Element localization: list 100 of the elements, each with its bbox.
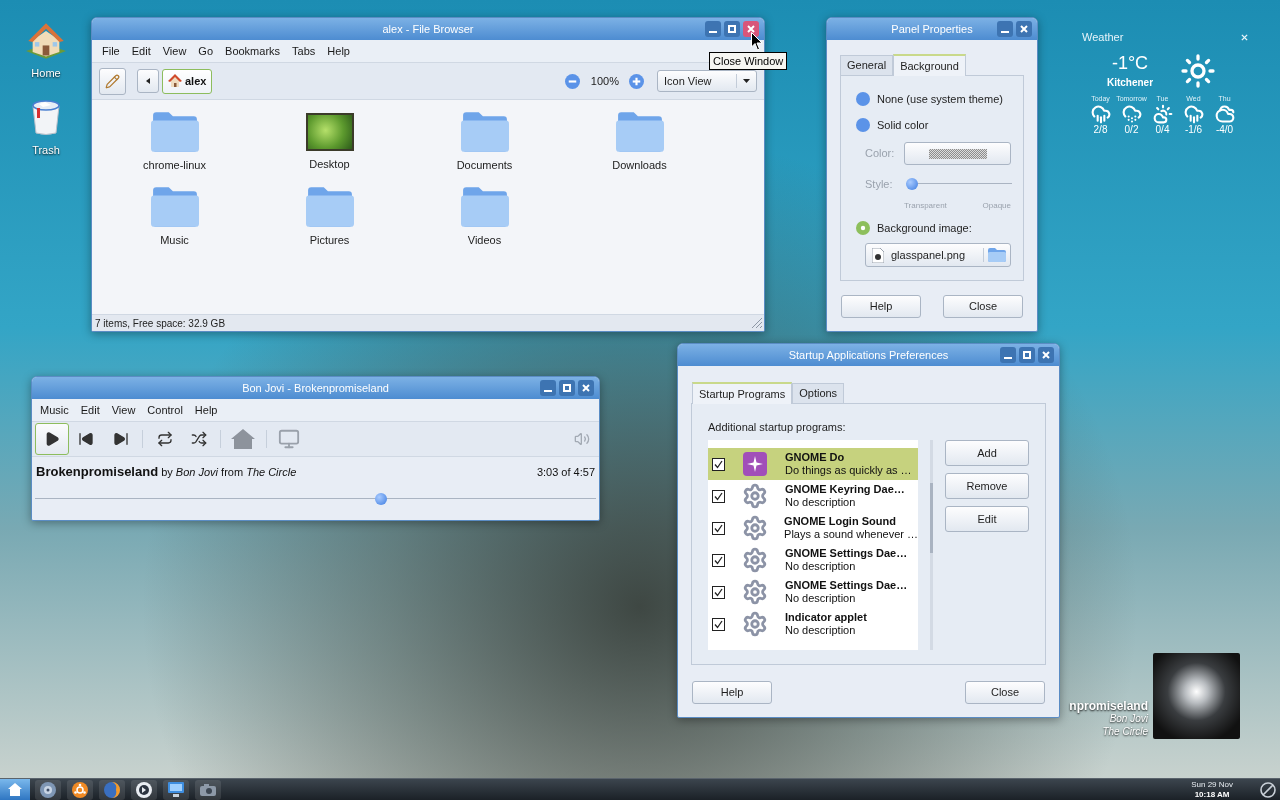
slider-min-label: Transparent <box>904 200 947 211</box>
dialog-button[interactable]: Help <box>692 681 772 704</box>
zoom-out-icon[interactable] <box>564 73 580 89</box>
minimize-button[interactable] <box>1000 347 1016 363</box>
menu-item[interactable]: Help <box>188 403 224 417</box>
status-text: 7 items, Free space: 32.9 GB <box>95 316 226 331</box>
checkbox[interactable] <box>712 521 725 535</box>
program-name: GNOME Settings Dae… <box>785 547 908 560</box>
taskbar-launcher[interactable] <box>163 779 189 800</box>
tab[interactable]: General <box>840 55 894 75</box>
taskbar-launcher[interactable] <box>131 779 157 800</box>
minimize-icon <box>1001 31 1009 33</box>
menu-item[interactable]: Help <box>321 44 356 58</box>
menu-item[interactable]: Go <box>192 44 220 58</box>
taskbar-launcher[interactable] <box>67 779 93 800</box>
zoom-in-icon[interactable] <box>629 73 644 89</box>
option-label[interactable]: Background image: <box>877 219 972 237</box>
file-label[interactable]: chrome-linux <box>143 159 206 172</box>
slider-max-label: Opaque <box>982 200 1011 211</box>
minimize-icon <box>544 390 552 392</box>
menu-item[interactable]: Tabs <box>286 44 322 58</box>
menu-item[interactable]: Music <box>34 403 75 417</box>
minimize-button[interactable] <box>705 21 721 37</box>
file-label[interactable]: Downloads <box>612 159 667 172</box>
program-description: Do things as quickly as … <box>785 464 912 477</box>
dialog-button[interactable]: Close <box>943 295 1023 318</box>
photo-thumbnail[interactable] <box>305 113 354 151</box>
file-label[interactable]: Videos <box>467 234 502 247</box>
program-description: No description <box>785 560 857 573</box>
checkbox[interactable] <box>712 585 725 599</box>
edit-button[interactable] <box>99 67 126 95</box>
program-description: No description <box>785 592 857 605</box>
start-button[interactable] <box>0 779 30 800</box>
option-label[interactable]: None (use system theme) <box>877 90 1003 108</box>
tab[interactable]: Background <box>893 54 966 76</box>
menu-item[interactable]: File <box>96 44 126 58</box>
monitor-icon <box>168 782 184 797</box>
tab[interactable]: Startup Programs <box>692 382 793 404</box>
option-label[interactable]: Solid color <box>877 116 929 134</box>
play-button[interactable] <box>35 423 69 455</box>
list-action-button[interactable]: Edit <box>945 506 1029 532</box>
program-row[interactable]: GNOME Do Do things as quickly as … <box>708 448 918 480</box>
slash-circle-icon[interactable] <box>1260 781 1276 798</box>
previous-icon[interactable] <box>78 431 94 447</box>
file-chooser-button[interactable]: glasspanel.png <box>865 243 1011 267</box>
repeat-icon[interactable] <box>157 431 173 447</box>
play-circle-icon <box>136 781 152 798</box>
maximize-button[interactable] <box>1019 347 1035 363</box>
forecast-range: -1/6 <box>1184 124 1203 135</box>
list-action-button[interactable]: Add <box>945 440 1029 466</box>
checkbox[interactable] <box>712 457 725 471</box>
tab[interactable]: Options <box>792 383 845 403</box>
folder-icon <box>988 248 1006 262</box>
checkbox[interactable] <box>712 617 725 631</box>
taskbar-launcher[interactable] <box>99 779 125 800</box>
minimize-button[interactable] <box>997 21 1013 37</box>
radio-button[interactable] <box>856 118 870 132</box>
back-button[interactable] <box>137 69 159 93</box>
menu-item[interactable]: Control <box>141 403 189 417</box>
image-file-icon <box>872 247 884 263</box>
radio-button[interactable] <box>856 221 870 235</box>
dialog-button[interactable]: Close <box>965 681 1045 704</box>
list-action-button[interactable]: Remove <box>945 473 1029 499</box>
next-icon[interactable] <box>113 431 129 447</box>
radio-button[interactable] <box>856 92 870 106</box>
checkbox[interactable] <box>712 553 725 567</box>
program-name: GNOME Do <box>785 451 846 464</box>
shuffle-icon[interactable] <box>191 431 207 447</box>
menu-item[interactable]: Bookmarks <box>219 44 287 58</box>
dialog-button[interactable]: Help <box>841 295 921 318</box>
desktop-icon-label[interactable]: Home <box>31 67 61 79</box>
minimize-button[interactable] <box>540 380 556 396</box>
slider-thumb[interactable] <box>375 493 388 505</box>
menu-item[interactable]: View <box>105 403 142 417</box>
location-button[interactable]: alex <box>162 68 213 94</box>
maximize-button[interactable] <box>724 21 740 37</box>
house-icon[interactable] <box>26 23 66 59</box>
sun-cloud-icon <box>1152 104 1173 124</box>
resize-grip-icon[interactable] <box>752 318 762 328</box>
file-label[interactable]: Pictures <box>309 234 350 247</box>
view-mode-dropdown[interactable]: Icon View <box>657 70 757 92</box>
menu-item[interactable]: View <box>156 44 193 58</box>
menu-item[interactable]: Edit <box>125 44 157 58</box>
checkbox[interactable] <box>712 489 725 503</box>
maximize-icon <box>728 25 736 33</box>
file-label[interactable]: Desktop <box>309 158 350 171</box>
file-label[interactable]: Music <box>160 234 189 247</box>
maximize-button[interactable] <box>559 380 575 396</box>
close-icon[interactable] <box>1241 33 1248 41</box>
close-button[interactable] <box>743 21 759 37</box>
menu-item[interactable]: Edit <box>74 403 106 417</box>
taskbar-launcher[interactable] <box>35 779 61 800</box>
scrollbar-thumb <box>930 483 933 553</box>
file-label[interactable]: Documents <box>456 159 513 172</box>
color-button[interactable] <box>904 142 1011 165</box>
rain-cloud-icon <box>1183 104 1204 124</box>
trash-icon[interactable] <box>31 100 61 136</box>
house-icon[interactable] <box>231 429 255 449</box>
field-label: Style: <box>865 176 894 192</box>
zoom-level: 100% <box>590 73 619 89</box>
